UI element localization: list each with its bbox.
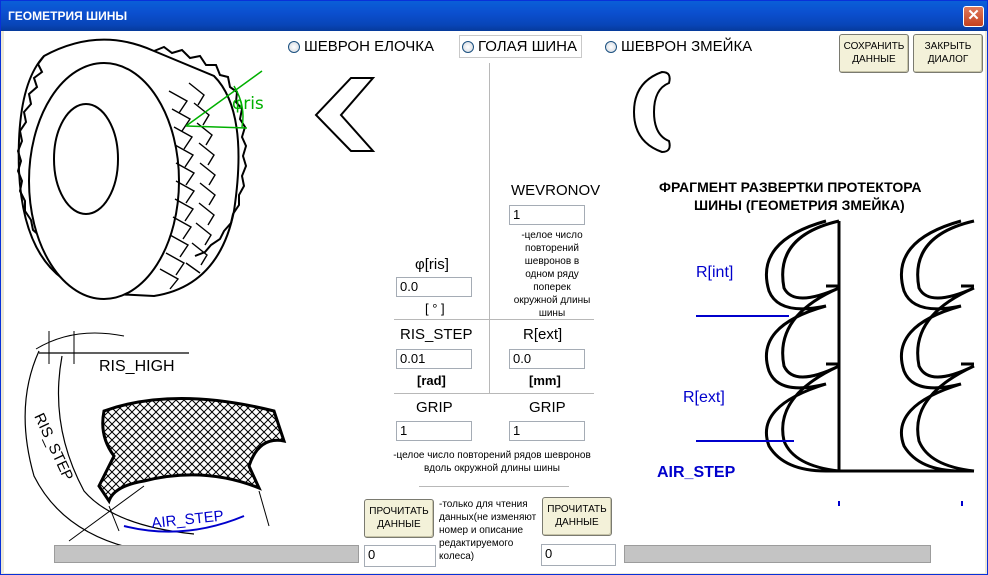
left-progress-bar (54, 545, 359, 563)
phi-ris-label: φ[ris] (415, 256, 449, 273)
wevronov-label: WEVRONOV (511, 182, 601, 199)
radio-dot-icon[interactable] (288, 40, 300, 53)
ris-step-unit: [rad] (417, 373, 446, 388)
dialog-client-area: φris RIS_HIGH RIS_STEP AIR_STEP ШЕВРОН Е… (4, 31, 985, 573)
window-title: ГЕОМЕТРИЯ ШИНЫ (8, 9, 128, 23)
air-step-label: AIR_STEP (151, 507, 225, 531)
chevron-zmeika-icon (632, 70, 671, 154)
right-diagram-title-1: ФРАГМЕНТ РАЗВЕРТКИ ПРОТЕКТОРА (659, 179, 922, 195)
grip-right-label: GRIP (529, 399, 566, 416)
ris-step-label: RIS_STEP (30, 411, 76, 484)
right-progress-bar (624, 545, 931, 563)
r-int-label: R[int] (696, 264, 734, 281)
r-ext-input[interactable]: 0.0 (509, 349, 585, 369)
left-counter-field[interactable]: 0 (364, 545, 436, 567)
ris-step-input[interactable]: 0.01 (396, 349, 472, 369)
phi-ris-unit: [ ° ] (425, 301, 445, 316)
title-bar[interactable]: ГЕОМЕТРИЯ ШИНЫ ✕ (1, 1, 987, 31)
radio-dot-icon[interactable] (605, 40, 617, 53)
radio-chevron-elochka[interactable]: ШЕВРОН ЕЛОЧКА (288, 38, 434, 55)
wevronov-hint: -целое число повторений шевронов в одном… (513, 230, 591, 319)
radio-bare-tire[interactable]: ГОЛАЯ ШИНА (459, 35, 582, 58)
dialog-window: ГЕОМЕТРИЯ ШИНЫ ✕ φris RIS_HIGH RIS_STEP … (0, 0, 988, 575)
close-window-button[interactable]: ✕ (963, 6, 984, 27)
tread-cross-section-diagram: RIS_HIGH RIS_STEP AIR_STEP (24, 331, 287, 551)
ris-high-label: RIS_HIGH (99, 358, 175, 375)
radio-label-elochka: ШЕВРОН ЕЛОЧКА (304, 38, 435, 55)
readonly-hint: -только для чтения данных(не изменяют но… (439, 499, 537, 562)
zmeika-tread-diagram (696, 219, 975, 506)
phi-ris-input[interactable]: 0.0 (396, 277, 472, 297)
r-ext-param-label: R[ext] (523, 326, 563, 343)
read-data-left-button[interactable]: ПРОЧИТАТЬ ДАННЫЕ (364, 499, 434, 538)
radio-label-zmeika: ШЕВРОН ЗМЕЙКА (621, 38, 753, 55)
params-divider-2 (394, 393, 594, 394)
r-ext-unit: [mm] (529, 373, 561, 388)
center-divider (489, 63, 490, 393)
grip-right-input[interactable]: 1 (509, 421, 585, 441)
air-step-diagram-label: AIR_STEP (657, 464, 736, 481)
radio-label-bare-tire: ГОЛАЯ ШИНА (478, 38, 577, 55)
wevronov-input[interactable]: 1 (509, 205, 585, 225)
right-diagram-title-2: ШИНЫ (ГЕОМЕТРИЯ ЗМЕЙКА) (694, 197, 905, 213)
grip-left-label: GRIP (416, 399, 453, 416)
ris-step-param-label: RIS_STEP (400, 326, 473, 343)
radio-chevron-zmeika[interactable]: ШЕВРОН ЗМЕЙКА (605, 38, 752, 55)
chevron-elochka-icon (314, 77, 376, 152)
radio-dot-icon[interactable] (462, 40, 474, 53)
save-data-button[interactable]: СОХРАНИТЬ ДАННЫЕ (839, 34, 909, 73)
grip-hint: -целое число повторений рядов шевронов в… (393, 450, 591, 474)
params-divider-3 (419, 486, 569, 487)
right-counter-field[interactable]: 0 (541, 544, 616, 566)
close-dialog-button[interactable]: ЗАКРЫТЬ ДИАЛОГ (913, 34, 983, 73)
read-data-right-button[interactable]: ПРОЧИТАТЬ ДАННЫЕ (542, 497, 612, 536)
r-ext-diagram-label: R[ext] (683, 389, 725, 406)
grip-left-input[interactable]: 1 (396, 421, 472, 441)
tire-illustration: φris (16, 38, 264, 300)
phi-ris-angle-label: φris (232, 94, 264, 114)
